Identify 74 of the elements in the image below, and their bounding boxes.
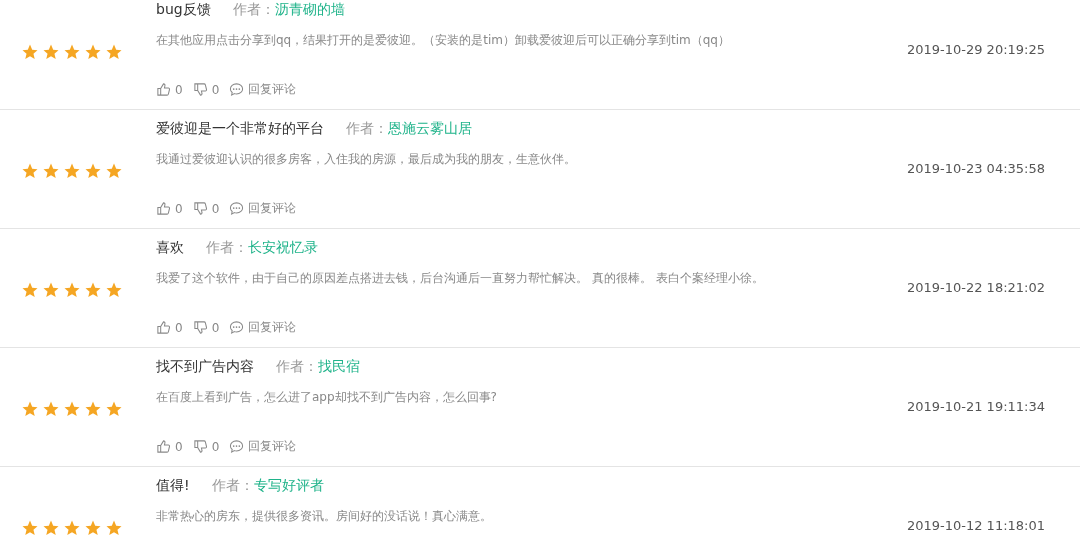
reply-button[interactable]: 回复评论 [229,438,297,455]
author-label: 作者： [206,239,248,257]
star-icon [42,43,60,61]
review-text: 我爱了这个软件，由于自己的原因差点搭进去钱，后台沟通后一直努力帮忙解决。 真的很棒。 表白个案经理小徐。 [156,270,765,287]
review-date: 2019-10-12 11:18:01 [905,518,1046,533]
thumbs-up-icon [156,82,171,97]
thumbs-down-icon [192,439,208,454]
review-date: 2019-10-29 20:19:25 [905,42,1046,57]
review-title: 找不到广告内容 [156,358,254,376]
reply-button[interactable]: 回复评论 [229,200,297,217]
author-link[interactable]: 沥青砌的墙 [274,1,345,19]
star-icon [63,162,81,180]
star-icon [21,400,39,418]
author-link[interactable]: 长安祝忆录 [248,239,318,257]
star-icon [42,281,60,299]
review-text: 我通过爱彼迎认识的很多房客，入住我的房源，最后成为我的朋友，生意伙伴。 [156,151,577,168]
author-link[interactable]: 专写好评者 [253,477,324,495]
dislike-button[interactable]: 0 [192,200,220,217]
thumbs-down-icon [192,201,208,216]
like-button[interactable]: 0 [156,81,183,98]
review-date: 2019-10-21 19:11:34 [905,399,1046,414]
star-icon [21,281,39,299]
review-title: bug反馈 [156,1,211,19]
thumbs-down-icon [192,320,208,335]
star-icon [42,400,60,418]
author-label: 作者： [346,120,388,138]
star-icon [105,519,123,537]
dislike-button[interactable]: 0 [192,319,220,336]
dislike-button[interactable]: 0 [192,81,220,98]
author-label: 作者： [232,1,275,19]
star-icon [63,281,81,299]
author-label: 作者： [211,477,254,495]
star-icon [84,400,102,418]
thumbs-down-icon [192,82,208,97]
speech-bubble-icon [229,201,245,216]
author-link[interactable]: 找民宿 [318,358,360,376]
star-icon [21,519,39,537]
review-text: 在其他应用点击分享到qq，结果打开的是爱彼迎。（安装的是tim）卸载爱彼迎后可以正确分享到tim（qq） [156,32,731,49]
like-button[interactable]: 0 [156,438,183,455]
author-label: 作者： [276,358,318,376]
thumbs-up-icon [156,320,171,335]
review-date: 2019-10-23 04:35:58 [905,161,1046,176]
star-icon [84,162,102,180]
star-icon [21,162,39,180]
star-icon [63,43,81,61]
author-link[interactable]: 恩施云雾山居 [388,120,472,138]
review-title: 值得! [156,477,190,495]
star-icon [42,519,60,537]
star-icon [21,43,39,61]
star-icon [105,162,123,180]
star-icon [84,519,102,537]
star-icon [63,519,81,537]
star-icon [105,400,123,418]
thumbs-up-icon [156,439,171,454]
speech-bubble-icon [229,82,245,97]
star-icon [84,281,102,299]
star-icon [84,43,102,61]
speech-bubble-icon [229,439,245,454]
review-title: 喜欢 [156,239,184,257]
speech-bubble-icon [229,320,245,335]
review-text: 在百度上看到广告，怎么进了app却找不到广告内容，怎么回事? [156,389,498,406]
reply-button[interactable]: 回复评论 [229,319,297,336]
review-title: 爱彼迎是一个非常好的平台 [156,120,324,138]
star-icon [63,400,81,418]
dislike-button[interactable]: 0 [192,438,220,455]
review-text: 非常热心的房东，提供很多资讯。房间好的没话说！真心满意。 [156,508,493,525]
star-icon [105,281,123,299]
thumbs-up-icon [156,201,171,216]
like-button[interactable]: 0 [156,200,183,217]
like-button[interactable]: 0 [156,319,183,336]
star-icon [105,43,123,61]
star-icon [42,162,60,180]
reply-button[interactable]: 回复评论 [229,81,297,98]
review-date: 2019-10-22 18:21:02 [905,280,1046,295]
